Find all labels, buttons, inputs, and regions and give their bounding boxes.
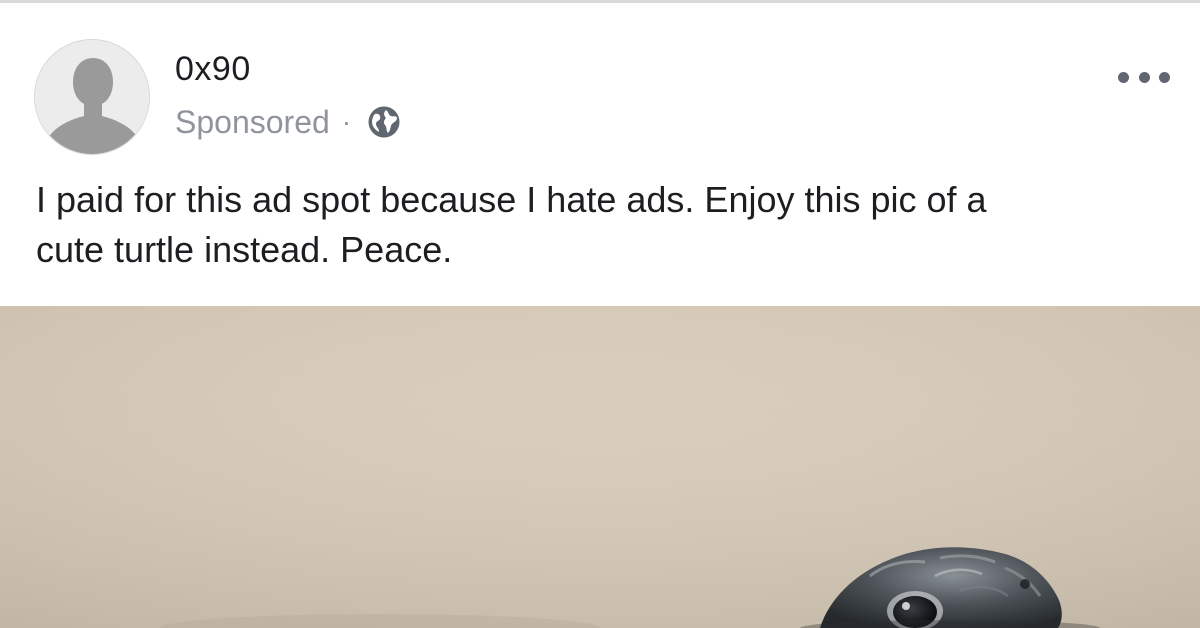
post-meta: Sponsored ·	[175, 102, 401, 142]
more-dot	[1118, 71, 1129, 83]
turtle-photo	[0, 306, 1200, 628]
ad-post-card: 0x90 Sponsored · I paid for this ad spot…	[0, 0, 1200, 628]
author-name[interactable]: 0x90	[175, 50, 251, 89]
globe-icon[interactable]	[367, 105, 401, 139]
post-message-line: cute turtle instead. Peace.	[36, 229, 453, 270]
post-message-line: I paid for this ad spot because I hate a…	[36, 179, 987, 220]
author-avatar[interactable]	[34, 39, 150, 155]
more-dot	[1138, 71, 1150, 83]
more-options-icon[interactable]	[1118, 63, 1170, 91]
post-message: I paid for this ad spot because I hate a…	[36, 175, 1166, 275]
post-photo[interactable]	[0, 306, 1200, 628]
default-profile-silhouette-icon	[35, 40, 149, 154]
sponsored-label[interactable]: Sponsored	[175, 104, 330, 141]
post-header: 0x90 Sponsored ·	[0, 3, 1200, 163]
meta-separator: ·	[341, 106, 352, 137]
more-dot	[1159, 71, 1170, 83]
